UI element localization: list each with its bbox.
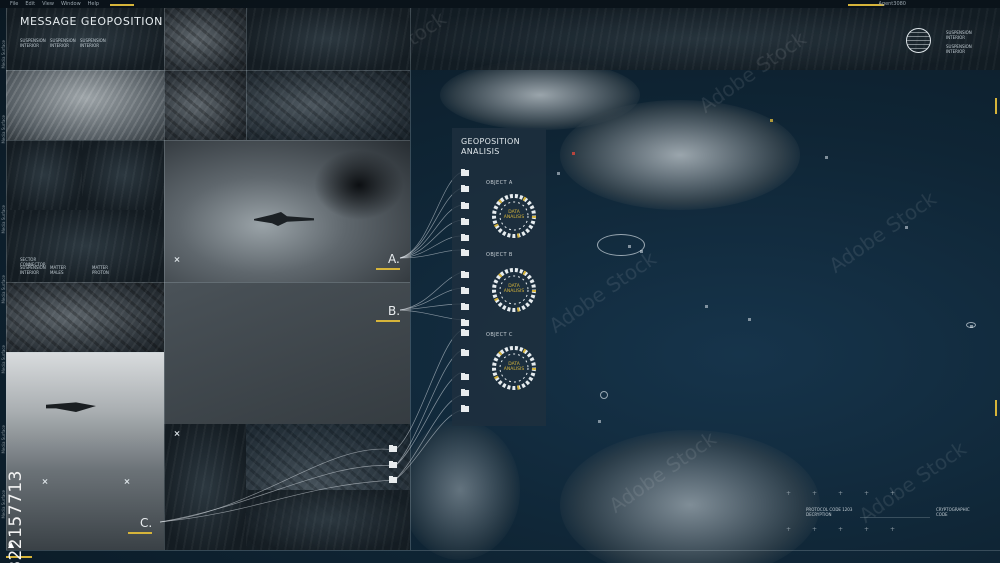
folder-icon: [389, 461, 397, 468]
top-right-label: SUSPENSION INTERIOR: [946, 30, 972, 40]
ring-label-line2: ANALISIS: [503, 289, 525, 294]
folder-icon[interactable]: [461, 169, 469, 176]
protocol-label: PROTOCOL CODE 1203 DECRYPTION: [806, 507, 853, 517]
grid-ticks: + + + + +: [786, 490, 896, 497]
scroll-indicator[interactable]: [995, 98, 997, 114]
object-b-label: OBJECT B: [486, 252, 513, 258]
menu-view[interactable]: View: [42, 0, 54, 8]
ring-label-line2: ANALISIS: [503, 367, 525, 372]
folder-icon[interactable]: [461, 287, 469, 294]
grid-ticks: + + + + +: [786, 526, 896, 533]
folder-icon: [389, 445, 397, 452]
ring-label: DATA ANALISIS: [490, 284, 538, 294]
folder-icon[interactable]: [461, 234, 469, 241]
folder-icon[interactable]: [461, 249, 469, 256]
folder-icon: [389, 476, 397, 483]
menu-file[interactable]: File: [10, 0, 18, 8]
scroll-indicator[interactable]: [995, 400, 997, 416]
folder-icon[interactable]: [461, 185, 469, 192]
analysis-title: GEOPOSITION ANALISIS: [461, 137, 520, 157]
ring-label: DATA ANALISIS: [490, 210, 538, 220]
top-right-label: SUSPENSION INTERIOR: [946, 44, 972, 54]
folder-icon[interactable]: [461, 303, 469, 310]
folder-icon[interactable]: [461, 218, 469, 225]
folder-icon[interactable]: [461, 389, 469, 396]
object-b-data-ring[interactable]: DATA ANALISIS: [490, 266, 538, 314]
stock-number: #822157713: [6, 470, 26, 563]
analysis-title-line2: ANALISIS: [461, 147, 500, 156]
folder-icon[interactable]: [461, 202, 469, 209]
menu-edit[interactable]: Edit: [25, 0, 35, 8]
adobe-logo-icon: ▲: [8, 540, 15, 549]
folder-icon[interactable]: [461, 373, 469, 380]
folder-icon[interactable]: [461, 271, 469, 278]
analysis-title-line1: GEOPOSITION: [461, 137, 520, 146]
object-a-data-ring[interactable]: DATA ANALISIS: [490, 192, 538, 240]
folder-icon[interactable]: [461, 329, 469, 336]
folder-icon[interactable]: [461, 349, 469, 356]
object-c-data-ring[interactable]: DATA ANALISIS: [490, 344, 538, 392]
geoposition-hud: Adobe Stock Adobe Stock Adobe Stock Adob…: [0, 0, 1000, 563]
object-c-label: OBJECT C: [486, 332, 513, 338]
menu-bar: File Edit View Window Help: [0, 0, 1000, 8]
folder-icon[interactable]: [461, 319, 469, 326]
geoposition-analysis-panel: GEOPOSITION ANALISIS OBJECT A DATA ANALI…: [452, 128, 546, 426]
folder-icon[interactable]: [461, 405, 469, 412]
globe-icon[interactable]: [906, 28, 931, 53]
menu-accent-bar: [110, 4, 134, 6]
divider: [860, 517, 930, 518]
object-a-label: OBJECT A: [486, 180, 513, 186]
crypto-label: CRYPTOGRAPHIC CODE: [936, 507, 970, 517]
ring-label: DATA ANALISIS: [490, 362, 538, 372]
menu-help[interactable]: Help: [88, 0, 99, 8]
ring-label-line2: ANALISIS: [503, 215, 525, 220]
menu-window[interactable]: Window: [61, 0, 81, 8]
user-label: Agent3080: [878, 1, 906, 7]
